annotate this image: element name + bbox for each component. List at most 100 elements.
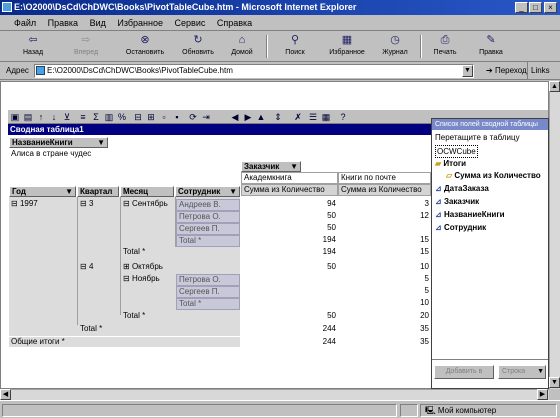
- search-button[interactable]: ⚲ Поиск: [274, 33, 316, 61]
- employee-member[interactable]: Сергеев П.: [176, 223, 240, 235]
- data-cell[interactable]: 3: [338, 199, 431, 209]
- data-cell[interactable]: 50: [241, 262, 338, 272]
- move-down-icon[interactable]: ⇕: [273, 112, 283, 122]
- scroll-up-button[interactable]: ▲: [549, 81, 560, 92]
- measure-header[interactable]: Сумма из Количество: [241, 184, 338, 196]
- year-member[interactable]: ⊟ 1997: [9, 199, 75, 209]
- home-button[interactable]: ⌂ Домой: [221, 33, 263, 61]
- edit-button[interactable]: ✎ Правка: [470, 33, 512, 61]
- collapse-icon[interactable]: ⊟: [133, 112, 143, 122]
- menu-edit[interactable]: Правка: [48, 18, 78, 28]
- data-cell[interactable]: 194: [241, 235, 338, 245]
- data-cell[interactable]: 50: [241, 223, 338, 233]
- employee-member[interactable]: Петрова О.: [176, 211, 240, 223]
- row-field-quarter[interactable]: Квартал: [77, 186, 119, 197]
- data-cell[interactable]: 50: [241, 211, 338, 221]
- property-toolbox-icon[interactable]: ▤: [23, 112, 33, 122]
- field-book-name[interactable]: ⊿ НазваниеКниги: [435, 209, 505, 220]
- cube-name[interactable]: OCWCube: [435, 145, 478, 158]
- print-button[interactable]: ⎙ Печать: [424, 33, 466, 61]
- close-button[interactable]: ×: [544, 2, 557, 13]
- data-cell[interactable]: 244: [241, 324, 338, 334]
- menu-favorites[interactable]: Избранное: [117, 18, 163, 28]
- help-icon[interactable]: ?: [338, 112, 348, 122]
- commands-options-icon[interactable]: ▦: [321, 112, 331, 122]
- data-cell[interactable]: 94: [241, 199, 338, 209]
- column-header-akademkniga[interactable]: Академкнига: [241, 172, 338, 184]
- column-field-button[interactable]: Заказчик ▼: [241, 161, 301, 172]
- field-measure[interactable]: ▱ Сумма из Количество: [446, 170, 541, 181]
- employee-member[interactable]: Петрова О.: [176, 274, 240, 286]
- month-september[interactable]: ⊟ Сентябрь: [121, 199, 174, 209]
- scroll-right-button[interactable]: ▶: [537, 389, 548, 400]
- page-field-button[interactable]: НазваниеКниги ▼: [9, 137, 108, 148]
- data-cell[interactable]: 12: [338, 211, 431, 221]
- row-field-employee[interactable]: Сотрудник ▼: [175, 186, 240, 197]
- column-header-books-by-mail[interactable]: Книги по почте: [338, 172, 431, 184]
- data-cell[interactable]: 10: [338, 298, 431, 308]
- employee-member[interactable]: Андреев В.: [176, 199, 240, 211]
- links-button[interactable]: Links: [527, 62, 550, 80]
- menu-file[interactable]: Файл: [14, 18, 36, 28]
- refresh-data-icon[interactable]: ⟳: [188, 112, 198, 122]
- row-field-year[interactable]: Год ▼: [9, 186, 76, 197]
- menu-tools[interactable]: Сервис: [175, 18, 206, 28]
- back-button[interactable]: ⇦ Назад: [12, 33, 54, 61]
- hide-details-icon[interactable]: ▫: [159, 112, 169, 122]
- show-top-icon[interactable]: ≡: [78, 112, 88, 122]
- quarter-3-member[interactable]: ⊟ 3: [78, 199, 118, 209]
- go-button[interactable]: ➔ Переход: [486, 62, 527, 80]
- data-cell[interactable]: 50: [241, 311, 338, 321]
- month-november[interactable]: ⊟ Ноябрь: [121, 274, 174, 284]
- field-employee[interactable]: ⊿ Сотрудник: [435, 222, 486, 233]
- row-field-month[interactable]: Месяц: [120, 186, 174, 197]
- forward-button[interactable]: ⇨ Вперед: [65, 33, 107, 61]
- move-right-icon[interactable]: ▶: [243, 112, 253, 122]
- data-cell[interactable]: 15: [338, 247, 431, 257]
- refresh-button[interactable]: ↻ Обновить: [177, 33, 219, 61]
- office-logo-icon[interactable]: ▣: [10, 112, 20, 122]
- area-select[interactable]: Строка ▼: [498, 365, 546, 379]
- data-cell[interactable]: 194: [241, 247, 338, 257]
- favorites-button[interactable]: ▦ Избранное: [326, 33, 368, 61]
- add-to-button[interactable]: Добавить в: [434, 365, 494, 379]
- minimize-button[interactable]: _: [515, 2, 528, 13]
- autofilter-icon[interactable]: ⊻: [62, 112, 72, 122]
- field-order-date[interactable]: ⊿ ДатаЗаказа: [435, 183, 489, 194]
- data-cell[interactable]: 35: [338, 337, 431, 347]
- scroll-left-button[interactable]: ◀: [0, 389, 11, 400]
- expand-icon[interactable]: ⊞: [146, 112, 156, 122]
- export-excel-icon[interactable]: ✗: [293, 112, 303, 122]
- maximize-button[interactable]: □: [529, 2, 542, 13]
- export-icon[interactable]: ⇥: [201, 112, 211, 122]
- data-cell[interactable]: 244: [241, 337, 338, 347]
- horizontal-scrollbar[interactable]: ◀ ▶: [0, 389, 549, 400]
- move-left-icon[interactable]: ◀: [230, 112, 240, 122]
- data-cell[interactable]: 20: [338, 311, 431, 321]
- employee-member[interactable]: Сергеев П.: [176, 286, 240, 298]
- scroll-down-button[interactable]: ▼: [549, 377, 560, 388]
- menu-help[interactable]: Справка: [217, 18, 252, 28]
- show-as-icon[interactable]: %: [117, 112, 127, 122]
- month-october[interactable]: ⊞ Октябрь: [121, 262, 240, 272]
- data-cell[interactable]: 35: [338, 324, 431, 334]
- stop-button[interactable]: ⊗ Остановить: [124, 33, 166, 61]
- data-cell[interactable]: 10: [338, 262, 431, 272]
- data-cell[interactable]: 5: [338, 286, 431, 296]
- data-cell[interactable]: 15: [338, 235, 431, 245]
- quarter-4-member[interactable]: ⊟ 4: [78, 262, 118, 272]
- move-up-icon[interactable]: ▲: [256, 112, 266, 122]
- sort-ascending-icon[interactable]: ↑: [36, 112, 46, 122]
- measure-header[interactable]: Сумма из Количество: [338, 184, 431, 196]
- history-button[interactable]: ◷ Журнал: [374, 33, 416, 61]
- data-cell[interactable]: 5: [338, 274, 431, 284]
- address-dropdown-button[interactable]: ▼: [462, 65, 473, 77]
- vertical-scrollbar[interactable]: ▲ ▼: [549, 81, 560, 389]
- show-details-icon[interactable]: ▪: [172, 112, 182, 122]
- calculated-total-icon[interactable]: ▥: [104, 112, 114, 122]
- field-list-icon[interactable]: ☰: [308, 112, 318, 122]
- address-input[interactable]: E:\O2000\DsCd\ChDWC\Books\PivotTableCube…: [34, 64, 474, 78]
- field-totals-folder[interactable]: ▰ Итоги: [435, 158, 466, 169]
- menu-view[interactable]: Вид: [90, 18, 106, 28]
- subtotal-icon[interactable]: Σ: [91, 112, 101, 122]
